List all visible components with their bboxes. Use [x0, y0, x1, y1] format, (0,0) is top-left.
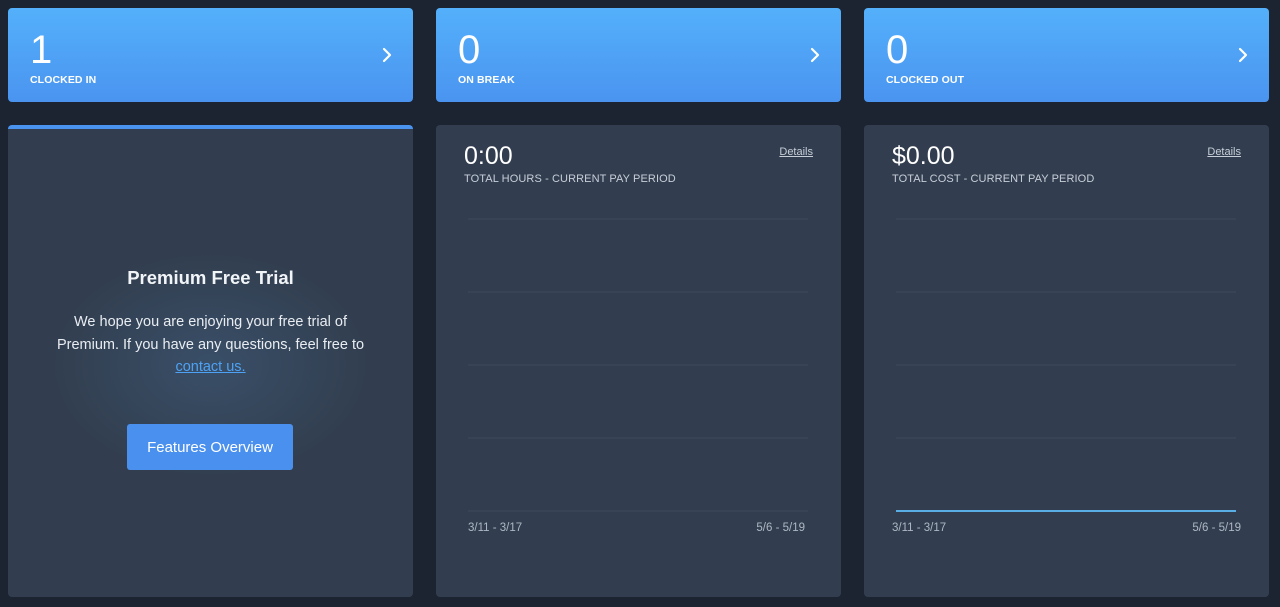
- on-break-label: ON BREAK: [458, 74, 515, 86]
- promo-text: We hope you are enjoying your free trial…: [48, 311, 373, 379]
- total-hours-card: 0:00 TOTAL HOURS - CURRENT PAY PERIOD De…: [436, 125, 841, 597]
- chevron-right-icon: [1238, 47, 1248, 63]
- x-tick-label: 3/11 - 3/17: [468, 522, 523, 534]
- on-break-tile[interactable]: 0 ON BREAK: [436, 8, 841, 102]
- clocked-in-label: CLOCKED IN: [30, 74, 97, 86]
- chevron-right-icon: [382, 47, 392, 63]
- accent-bar: [8, 125, 413, 129]
- x-tick-label: 5/6 - 5/19: [1192, 522, 1241, 534]
- clocked-out-count: 0: [886, 28, 909, 72]
- chevron-right-icon: [810, 47, 820, 63]
- on-break-count: 0: [458, 28, 481, 72]
- total-cost-card: $0.00 TOTAL COST - CURRENT PAY PERIOD De…: [864, 125, 1269, 597]
- promo-title: Premium Free Trial: [127, 267, 294, 288]
- contact-us-link[interactable]: contact us.: [175, 359, 245, 375]
- x-tick-label: 3/11 - 3/17: [892, 522, 947, 534]
- clocked-in-count: 1: [30, 28, 53, 72]
- clocked-out-tile[interactable]: 0 CLOCKED OUT: [864, 8, 1269, 102]
- clocked-out-label: CLOCKED OUT: [886, 74, 965, 86]
- clocked-in-tile[interactable]: 1 CLOCKED IN: [8, 8, 413, 102]
- premium-trial-card: Premium Free Trial We hope you are enjoy…: [8, 125, 413, 597]
- promo-message: We hope you are enjoying your free trial…: [56, 314, 365, 353]
- x-tick-label: 5/6 - 5/19: [756, 522, 805, 534]
- features-overview-button[interactable]: Features Overview: [127, 424, 293, 470]
